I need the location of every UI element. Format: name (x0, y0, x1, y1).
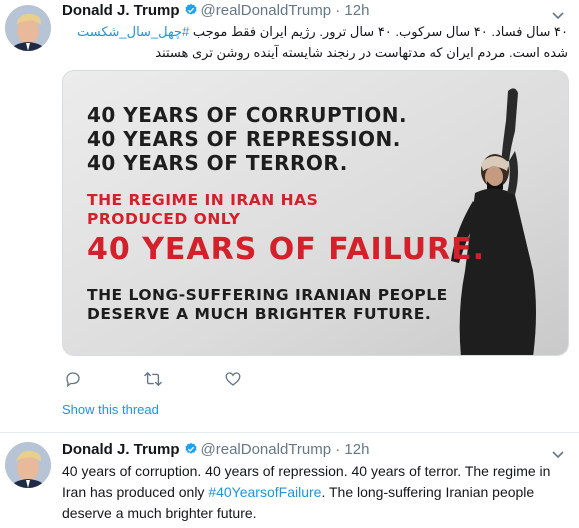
image-caption-line: 40 YEARS OF FAILURE. (87, 232, 486, 267)
image-caption-line: 40 YEARS OF CORRUPTION. (87, 103, 408, 127)
timestamp[interactable]: 12h (344, 2, 369, 19)
image-caption-line: DESERVE A MUCH BRIGHTER FUTURE. (87, 305, 432, 323)
author-handle[interactable]: @realDonaldTrump (201, 441, 332, 458)
image-caption-line: THE LONG-SUFFERING IRANIAN PEOPLE (87, 286, 448, 304)
tweet-image[interactable]: 40 YEARS OF CORRUPTION. 40 YEARS OF REPR… (62, 70, 569, 356)
tweet[interactable]: Donald J. Trump @realDonaldTrump · 12h ۴۰… (0, 0, 579, 432)
image-caption-line: PRODUCED ONLY (87, 210, 241, 228)
avatar[interactable] (5, 442, 51, 488)
verified-badge-icon (184, 3, 198, 17)
heart-icon[interactable] (224, 370, 244, 390)
hashtag-link[interactable]: #40YearsofFailure (208, 484, 321, 500)
chevron-down-icon[interactable] (551, 447, 565, 459)
verified-badge-icon (184, 442, 198, 456)
timestamp[interactable]: 12h (344, 441, 369, 458)
retweet-icon[interactable] (143, 370, 163, 390)
tweet-header: Donald J. Trump @realDonaldTrump · 12h (62, 1, 369, 21)
tweet-text-part: ۴۰ سال فساد. ۴۰ سال سرکوب. ۴۰ سال ترور. … (189, 24, 568, 39)
author-name[interactable]: Donald J. Trump (62, 441, 180, 458)
author-handle[interactable]: @realDonaldTrump (201, 2, 332, 19)
avatar[interactable] (5, 5, 51, 51)
tweet-actions (62, 370, 322, 390)
reply-icon[interactable] (64, 370, 84, 390)
hashtag-link[interactable]: #چهل_سال_شکست (77, 24, 189, 39)
separator-dot: · (335, 441, 341, 458)
image-caption-line: THE REGIME IN IRAN HAS (87, 191, 319, 209)
author-name[interactable]: Donald J. Trump (62, 2, 180, 19)
image-caption-line: 40 YEARS OF TERROR. (87, 151, 348, 175)
tweet-text: ۴۰ سال فساد. ۴۰ سال سرکوب. ۴۰ سال ترور. … (62, 21, 568, 63)
chevron-down-icon[interactable] (551, 8, 565, 20)
separator-dot: · (335, 2, 341, 19)
tweet-text: 40 years of corruption. 40 years of repr… (62, 461, 562, 524)
image-caption-line: 40 YEARS OF REPRESSION. (87, 127, 401, 151)
tweet-text-part: شده است. مردم ایران که مدتهاست در رنجند … (155, 45, 568, 60)
tweet[interactable]: Donald J. Trump @realDonaldTrump · 12h 40… (0, 432, 579, 528)
tweet-header: Donald J. Trump @realDonaldTrump · 12h (62, 440, 369, 460)
show-thread-link[interactable]: Show this thread (62, 402, 159, 418)
